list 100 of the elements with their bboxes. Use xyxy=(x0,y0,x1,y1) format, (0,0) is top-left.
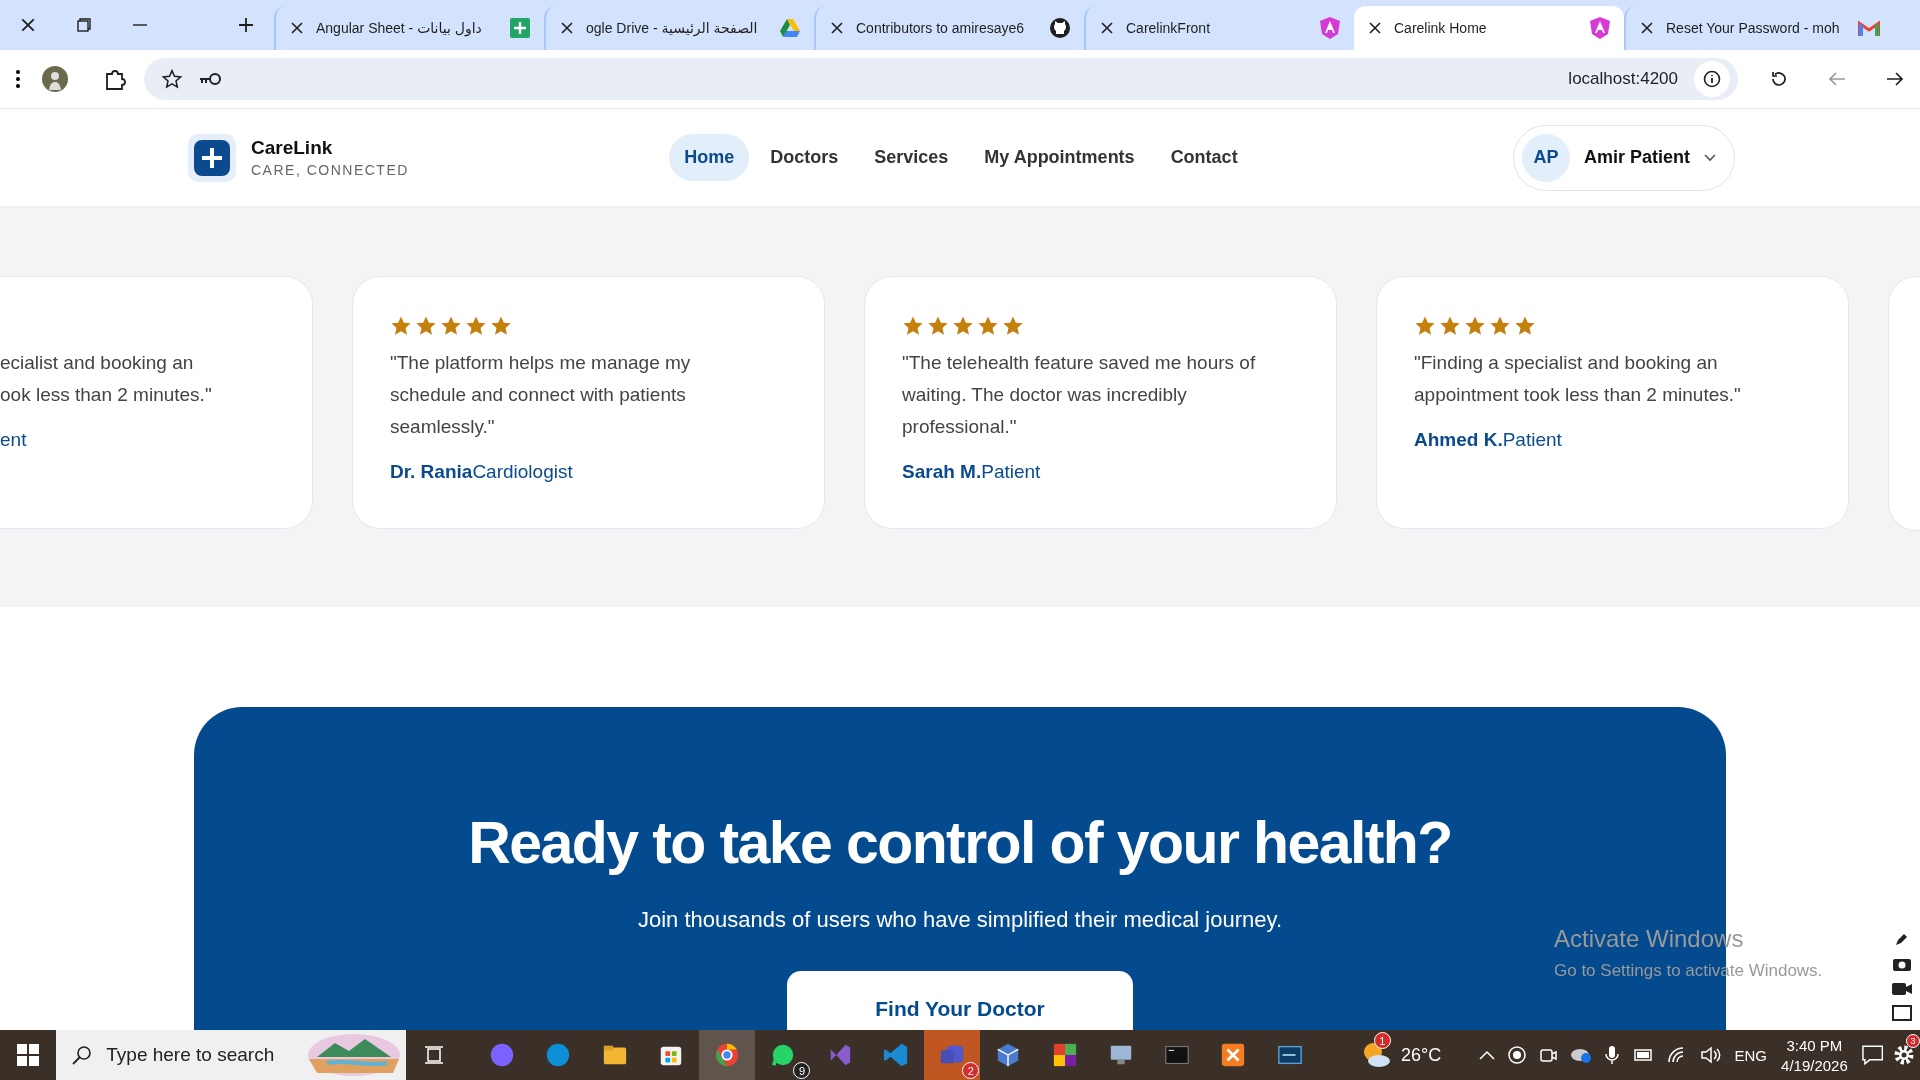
cloud-icon[interactable] xyxy=(1569,1046,1592,1064)
camera-icon[interactable] xyxy=(1538,1046,1557,1064)
windows-icon xyxy=(17,1044,40,1066)
browser-tab[interactable]: Contributors to amiresaye6 xyxy=(814,6,1084,50)
weather-widget[interactable]: 1 26°C xyxy=(1347,1030,1455,1080)
record-icon[interactable] xyxy=(1507,1046,1526,1064)
close-tab-icon xyxy=(1368,21,1382,35)
close-tab-icon xyxy=(290,21,304,35)
star-icon xyxy=(1514,315,1536,337)
notification-badge: 2 xyxy=(962,1062,980,1079)
star-icon xyxy=(1464,315,1486,337)
nav-link[interactable]: Home xyxy=(669,134,750,181)
chevron-up-icon[interactable] xyxy=(1478,1050,1495,1060)
star-icon xyxy=(1414,315,1436,337)
microphone-icon[interactable] xyxy=(1604,1045,1619,1065)
chevron-down-icon xyxy=(1704,153,1716,162)
notification-icon[interactable] xyxy=(1861,1045,1884,1065)
star-icon xyxy=(902,315,924,337)
taskbar-search-field[interactable]: Type here to search xyxy=(56,1030,406,1080)
review-text: "The telehealth feature saved me hours of waiting. The doctor was incredibly professional." xyxy=(902,351,1257,439)
notification-badge: 1 xyxy=(1373,1032,1391,1049)
user-avatar: AP xyxy=(1521,133,1570,182)
star-icon xyxy=(390,315,412,337)
review-text: ecialist and booking an xyxy=(0,351,195,375)
user-menu-button[interactable]: AP Amir Patient xyxy=(1512,124,1735,191)
review-author: Ahmed K.Patient xyxy=(1414,429,1562,451)
forward-arrow-icon xyxy=(1886,71,1904,87)
close-tab-icon xyxy=(560,21,574,35)
task-view-icon xyxy=(424,1045,445,1065)
shield-logo-icon xyxy=(1320,17,1340,39)
star-icon xyxy=(1489,315,1511,337)
window-icon[interactable] xyxy=(1892,1005,1912,1022)
spreadsheet-icon xyxy=(510,18,530,38)
browser-tab[interactable]: Carelink Home xyxy=(1354,6,1624,50)
puzzle-icon xyxy=(104,68,126,90)
nav-link[interactable]: Doctors xyxy=(755,134,854,181)
key-icon[interactable] xyxy=(198,72,222,86)
url-text: localhost:4200 xyxy=(1568,69,1678,89)
star-icon xyxy=(1002,315,1024,337)
logo-icon xyxy=(188,133,236,182)
browser-tab[interactable]: Angular Sheet - داول بيانات xyxy=(274,6,544,50)
more-icon xyxy=(16,70,20,88)
review-author: ent xyxy=(0,429,27,451)
speaker-icon[interactable] xyxy=(1699,1046,1722,1064)
site-info-button[interactable] xyxy=(1694,61,1730,97)
browser-tab[interactable]: Reset Your Password - moh xyxy=(1624,6,1894,50)
restore-icon xyxy=(77,18,91,32)
address-bar[interactable]: localhost:4200 xyxy=(144,58,1738,100)
star-icon xyxy=(952,315,974,337)
browser-tab[interactable]: ogle Drive - الصفحة الرئيسية xyxy=(544,6,814,50)
taskbar-app[interactable] xyxy=(698,1030,756,1080)
camera-icon[interactable] xyxy=(1892,956,1912,973)
pen-icon[interactable] xyxy=(1894,932,1910,947)
settings-button[interactable]: 3 xyxy=(1887,1030,1920,1080)
shield-logo-icon xyxy=(1590,17,1610,39)
video-camera-icon[interactable] xyxy=(1891,981,1913,996)
cta-title: Ready to take control of your health? xyxy=(468,809,1452,877)
notification-badge: 3 xyxy=(1906,1034,1920,1048)
minimize-icon xyxy=(133,24,147,26)
clock-time: 3:40 PM xyxy=(1786,1036,1843,1054)
close-tab-icon xyxy=(1100,21,1114,35)
star-icon xyxy=(977,315,999,337)
star-outline-icon[interactable] xyxy=(162,69,182,89)
find-doctor-button[interactable]: Find Your Doctor xyxy=(787,971,1133,1030)
reload-icon xyxy=(1770,70,1788,88)
plus-icon xyxy=(238,17,254,33)
nav-link[interactable]: Services xyxy=(859,134,964,181)
temperature-text: 26°C xyxy=(1401,1044,1442,1066)
notification-badge: 9 xyxy=(793,1062,811,1079)
taskbar-app[interactable]: 2 xyxy=(923,1030,981,1080)
back-arrow-icon xyxy=(1828,71,1846,87)
review-text: "The platform helps me manage my schedule and connect with patients seamlessly." xyxy=(390,351,692,439)
star-icon xyxy=(490,315,512,337)
brand-name: CareLink xyxy=(251,137,334,159)
review-author: Dr. RaniaCardiologist xyxy=(390,461,573,483)
search-icon xyxy=(72,1045,93,1065)
taskbar-app[interactable]: 9 xyxy=(755,1030,812,1080)
review-text: "Finding a specialist and booking an appointment took less than 2 minutes." xyxy=(1414,351,1742,407)
triangle-logo-icon xyxy=(780,19,800,37)
language-indicator[interactable]: ENG xyxy=(1734,1046,1768,1064)
review-text: ook less than 2 minutes." xyxy=(0,383,213,407)
clock-date: 4/19/2026 xyxy=(1781,1056,1848,1074)
close-tab-icon xyxy=(1640,21,1654,35)
info-icon xyxy=(1703,70,1721,88)
star-icon xyxy=(415,315,437,337)
star-icon xyxy=(440,315,462,337)
mail-logo-icon xyxy=(1858,20,1880,36)
review-author: Sarah M.Patient xyxy=(902,461,1041,483)
nav-link[interactable]: My Appointments xyxy=(969,134,1150,181)
brand-tagline: CARE, CONNECTED xyxy=(251,162,409,178)
star-icon xyxy=(927,315,949,337)
grid-app-icon[interactable] xyxy=(1051,1042,1078,1068)
star-icon xyxy=(1439,315,1461,337)
star-icon xyxy=(465,315,487,337)
battery-icon[interactable] xyxy=(1631,1048,1654,1062)
nav-link[interactable]: Contact xyxy=(1155,134,1253,181)
avatar-icon xyxy=(42,66,68,92)
close-icon xyxy=(20,17,36,33)
cat-logo-icon xyxy=(1050,18,1070,38)
close-tab-icon xyxy=(830,21,844,35)
